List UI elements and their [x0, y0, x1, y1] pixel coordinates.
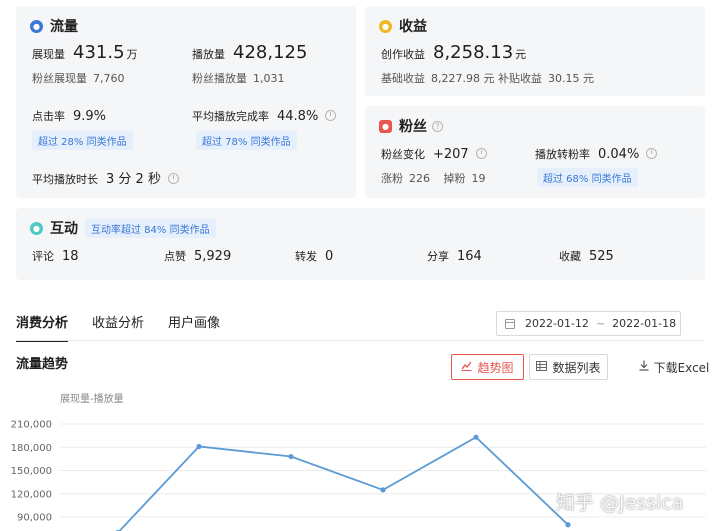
fan-impressions: 粉丝展现量 7,760: [32, 72, 125, 85]
fan-plays: 粉丝播放量 1,031: [192, 72, 285, 85]
data-point[interactable]: [196, 443, 202, 450]
favorites-metric: 收藏 525: [559, 249, 614, 264]
income-title: ● 收益: [379, 16, 427, 36]
y-tick-label: 210,000: [11, 420, 52, 431]
avg-duration-metric: 平均播放时长 3 分 2 秒: [32, 168, 179, 187]
coin-icon: ●: [379, 19, 392, 33]
plays-metric: 播放量 428,125: [192, 42, 308, 63]
traffic-title: ● 流量: [30, 16, 78, 36]
interaction-title: ● 互动: [30, 218, 78, 238]
data-point[interactable]: [473, 434, 479, 440]
date-separator: ~: [595, 317, 606, 330]
interaction-badge: 互动率超过 84% 同类作品: [85, 219, 216, 238]
interaction-card: ● 互动 互动率超过 84% 同类作品 评论 18 点赞 5,929 转发 0 …: [16, 208, 705, 280]
reposts-metric: 转发 0: [295, 249, 334, 264]
chat-bubble-icon: ●: [30, 221, 43, 235]
impressions-metric: 展现量 431.5 万: [32, 42, 138, 63]
calendar-icon: [505, 318, 515, 329]
subsidy-income: 补贴收益 30.15 元: [498, 72, 594, 85]
data-list-button[interactable]: 数据列表: [529, 354, 608, 380]
download-icon: [639, 360, 649, 374]
line-chart-icon: [461, 361, 472, 374]
data-point[interactable]: [565, 522, 571, 528]
traffic-trend-title: 流量趋势: [16, 357, 69, 372]
y-tick-label: 120,000: [11, 489, 52, 500]
date-end[interactable]: 2022-01-18: [612, 317, 676, 330]
table-icon: [536, 360, 548, 374]
comments-metric: 评论 18: [32, 249, 79, 264]
traffic-card: ● 流量 展现量 431.5 万 播放量 428,125 粉丝展现量 7,760 …: [16, 6, 356, 198]
user-icon: ●: [379, 119, 392, 133]
fans-change-metric: 粉丝变化 +207: [381, 146, 487, 162]
y-tick-label: 90,000: [17, 513, 52, 524]
creation-income-metric: 创作收益 8,258.13 元: [381, 42, 527, 63]
income-card: ● 收益 创作收益 8,258.13 元 基础收益 8,227.98 元 补贴收益…: [365, 6, 705, 96]
shares-metric: 分享 164: [427, 249, 482, 264]
base-income: 基础收益 8,227.98 元: [381, 72, 495, 85]
fans-gain-loss: 涨粉 226 掉粉 19: [381, 172, 486, 185]
conversion-metric: 播放转粉率 0.04%: [535, 146, 658, 162]
history-clock-icon[interactable]: [167, 173, 179, 184]
conversion-badge: 超过 68% 同类作品: [537, 168, 638, 187]
history-clock-icon[interactable]: [475, 148, 487, 159]
download-excel-button[interactable]: 下载Excel: [636, 354, 712, 380]
trend-chart-button[interactable]: 趋势图: [451, 354, 524, 380]
droplet-icon: ●: [30, 19, 43, 33]
date-range-picker[interactable]: 2022-01-12 ~ 2022-01-18: [496, 311, 681, 336]
tab-user-profile[interactable]: 用户画像: [168, 312, 220, 342]
ctr-badge: 超过 28% 同类作品: [32, 131, 133, 150]
data-point[interactable]: [380, 487, 386, 493]
fans-card: ● 粉丝 ? 粉丝变化 +207 播放转粉率 0.04% 涨粉 226 掉粉 19 …: [365, 106, 705, 198]
watermark: 知乎 @Jessica: [556, 492, 684, 514]
likes-metric: 点赞 5,929: [164, 249, 232, 264]
data-point[interactable]: [288, 453, 294, 460]
y-tick-label: 180,000: [11, 443, 52, 454]
help-icon[interactable]: ?: [432, 120, 443, 132]
completion-badge: 超过 78% 同类作品: [196, 131, 297, 150]
y-tick-label: 150,000: [11, 466, 52, 477]
fans-title: ● 粉丝 ?: [379, 116, 443, 136]
date-start[interactable]: 2022-01-12: [525, 317, 589, 330]
history-clock-icon[interactable]: [325, 110, 337, 121]
tab-income-analysis[interactable]: 收益分析: [92, 312, 144, 342]
completion-metric: 平均播放完成率 44.8%: [192, 108, 337, 124]
ctr-metric: 点击率 9.9%: [32, 109, 107, 124]
history-clock-icon[interactable]: [646, 148, 658, 159]
tab-consumption-analysis[interactable]: 消费分析: [16, 312, 69, 342]
analysis-tabs: 消费分析 收益分析 用户画像: [16, 312, 244, 342]
tab-divider: [16, 340, 704, 341]
